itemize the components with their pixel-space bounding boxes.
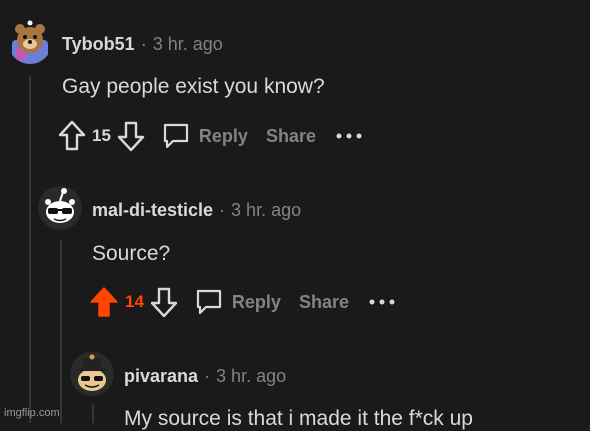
share-button[interactable]: Share [299,292,349,313]
reply-button[interactable]: Reply [161,121,248,151]
thread-line-3[interactable] [92,404,94,423]
user-avatar-icon[interactable] [8,20,52,64]
reply-label: Reply [231,291,281,312]
more-options-icon[interactable] [369,298,395,306]
downvote-icon[interactable] [150,286,178,318]
comment-actions: 14 Reply Share [89,284,395,320]
comment-body: My source is that i made it the f*ck up [124,407,473,430]
thread-line-2[interactable] [60,240,62,423]
comment-actions: 15 Reply Share [58,118,362,154]
meta-separator: · [204,366,211,386]
downvote-icon[interactable] [117,120,145,152]
timestamp[interactable]: 3 hr. ago [216,366,286,387]
user-avatar-icon[interactable] [38,186,82,230]
meta-separator: · [219,200,226,220]
username[interactable]: Tybob51 [62,34,135,55]
vote-count: 14 [125,292,144,311]
comment-body: Source? [92,242,171,265]
watermark: imgflip.com [4,407,60,419]
username[interactable]: pivarana [124,366,198,387]
upvote-icon[interactable] [58,120,86,152]
user-avatar-icon[interactable] [70,352,114,396]
comment-body: Gay people exist you know? [62,75,325,98]
reply-button[interactable]: Reply [194,287,281,317]
timestamp[interactable]: 3 hr. ago [153,34,223,55]
comment-bubble-icon [194,287,224,317]
upvote-icon-active[interactable] [89,286,119,318]
thread-line-1[interactable] [29,76,31,423]
username[interactable]: mal-di-testicle [92,200,213,221]
comment-bubble-icon [161,121,191,151]
more-options-icon[interactable] [336,132,362,140]
meta-separator: · [140,34,147,54]
share-button[interactable]: Share [266,126,316,147]
vote-count: 15 [92,126,111,145]
timestamp[interactable]: 3 hr. ago [231,200,301,221]
reply-label: Reply [198,125,248,146]
